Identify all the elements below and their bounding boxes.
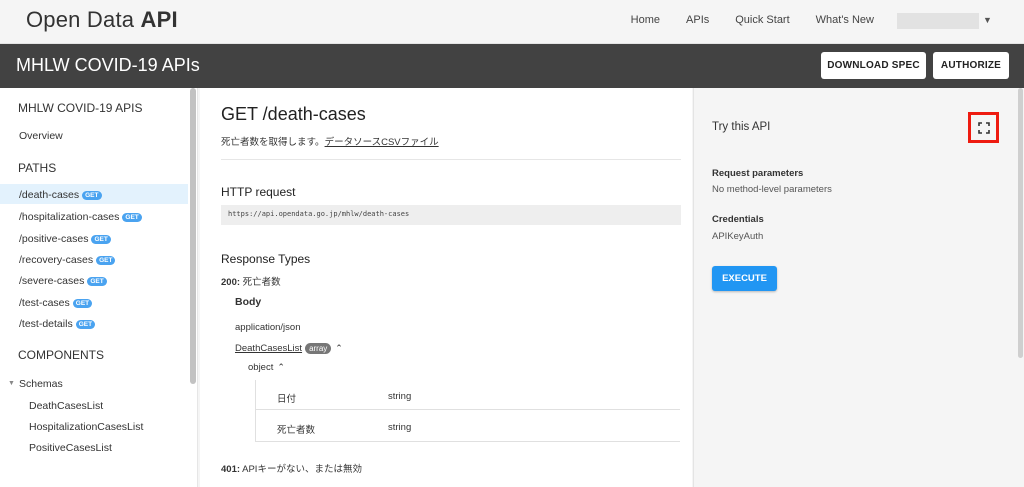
http-request-heading: HTTP request <box>221 185 296 199</box>
execute-button[interactable]: EXECUTE <box>712 266 777 291</box>
response-text: APIキーがない、または無効 <box>240 464 362 475</box>
sidebar-item-hospitalization-cases[interactable]: /hospitalization-cases GET <box>19 211 142 223</box>
sidebar-item-label: /positive-cases <box>19 233 89 245</box>
response-text: 死亡者数 <box>240 277 281 288</box>
brand-text-light: Open Data <box>26 7 141 32</box>
description-text: 死亡者数を取得します。 <box>221 137 325 148</box>
sidebar-item-label: /test-details <box>19 318 73 330</box>
sidebar-item-test-cases[interactable]: /test-cases GET <box>19 297 93 309</box>
credentials-text: APIKeyAuth <box>712 231 764 242</box>
sidebar-item-overview[interactable]: Overview <box>19 130 63 142</box>
field-type: string <box>388 422 412 433</box>
request-url: https://api.opendata.go.jp/mhlw/death-ca… <box>228 210 410 218</box>
sidebar-item-death-cases[interactable]: /death-cases GET <box>19 189 102 201</box>
table-row-divider <box>255 441 680 442</box>
table-border <box>255 380 256 442</box>
table-row-divider <box>255 409 680 410</box>
response-types-heading: Response Types <box>221 252 311 266</box>
sidebar-item-schemas[interactable]: Schemas <box>19 378 63 390</box>
get-badge: GET <box>82 191 102 200</box>
get-badge: GET <box>91 235 111 244</box>
field-name: 日付 <box>277 394 297 405</box>
content-type: application/json <box>235 322 301 333</box>
get-badge: GET <box>75 320 96 329</box>
sidebar-item-label: /test-cases <box>19 297 70 309</box>
response-401: 401: APIキーがない、または無効 <box>221 461 362 475</box>
download-spec-button[interactable]: DOWNLOAD SPEC <box>821 52 926 79</box>
sidebar-item-label: /death-cases <box>19 189 80 201</box>
get-badge: GET <box>87 277 107 286</box>
response-200: 200: 死亡者数 <box>221 274 281 288</box>
chevron-up-icon[interactable]: ⌃ <box>335 343 343 354</box>
field-name: 死亡者数 <box>277 425 316 436</box>
chevron-down-icon[interactable]: ▼ <box>8 380 15 387</box>
object-label: object <box>248 362 274 373</box>
nav-links: Home APIs Quick Start What's New <box>605 14 874 26</box>
sidebar-item-label: /hospitalization-cases <box>19 211 120 223</box>
sidebar-schema-positive-cases-list[interactable]: PositiveCasesList <box>29 442 112 454</box>
fullscreen-icon <box>977 121 990 134</box>
sidebar-schema-death-cases-list[interactable]: DeathCasesList <box>29 400 103 412</box>
try-api-panel: Try this API Request parameters No metho… <box>693 88 1024 487</box>
user-account-redacted[interactable] <box>897 13 979 29</box>
fullscreen-button[interactable] <box>968 112 999 143</box>
credentials-heading: Credentials <box>712 214 764 225</box>
response-code: 401: <box>221 464 241 475</box>
sidebar-item-positive-cases[interactable]: /positive-cases GET <box>19 233 111 245</box>
response-code: 200: <box>221 277 241 288</box>
get-badge: GET <box>72 299 93 308</box>
sidebar-components-heading: COMPONENTS <box>18 348 105 362</box>
sidebar-scrollbar[interactable] <box>190 88 196 384</box>
field-type: string <box>388 391 412 402</box>
sidebar-item-recovery-cases[interactable]: /recovery-cases GET <box>19 254 116 266</box>
sidebar-item-severe-cases[interactable]: /severe-cases GET <box>19 275 107 287</box>
sidebar-item-label: /recovery-cases <box>19 254 94 266</box>
request-url-box: https://api.opendata.go.jp/mhlw/death-ca… <box>221 205 681 225</box>
schema-row: DeathCasesList array ⌃ <box>235 343 343 354</box>
brand-logo[interactable]: Open Data API <box>26 7 178 33</box>
nav-home[interactable]: Home <box>631 14 660 26</box>
chevron-down-icon[interactable]: ▼ <box>983 15 992 25</box>
try-api-title: Try this API <box>712 121 771 133</box>
nav-quick-start[interactable]: Quick Start <box>735 14 789 26</box>
array-pill: array <box>305 343 332 354</box>
top-navbar: Open Data API Home APIs Quick Start What… <box>0 0 1024 44</box>
api-title: MHLW COVID-19 APIs <box>16 55 200 75</box>
api-titlebar: MHLW COVID-19 APIs DOWNLOAD SPEC AUTHORI… <box>0 44 1024 88</box>
authorize-button[interactable]: AUTHORIZE <box>933 52 1009 79</box>
nav-apis[interactable]: APIs <box>686 14 709 26</box>
divider <box>221 159 681 160</box>
request-parameters-text: No method-level parameters <box>712 184 832 195</box>
sidebar: MHLW COVID-19 APIS Overview PATHS /death… <box>0 88 198 487</box>
main-content: GET /death-cases 死亡者数を取得します。データソースCSVファイ… <box>200 88 692 487</box>
sidebar-api-title[interactable]: MHLW COVID-19 APIS <box>18 101 142 115</box>
endpoint-title: GET /death-cases <box>221 104 366 124</box>
page-scrollbar[interactable] <box>1018 88 1023 358</box>
body-label: Body <box>235 296 261 308</box>
sidebar-schema-hospitalization-cases-list[interactable]: HospitalizationCasesList <box>29 421 143 433</box>
endpoint-description: 死亡者数を取得します。データソースCSVファイル <box>221 134 439 148</box>
sidebar-paths-heading: PATHS <box>18 161 57 175</box>
chevron-up-icon[interactable]: ⌃ <box>277 362 285 373</box>
schema-link[interactable]: DeathCasesList <box>235 343 302 354</box>
sidebar-item-test-details[interactable]: /test-details GET <box>19 318 96 330</box>
get-badge: GET <box>122 213 142 222</box>
sidebar-item-label: /severe-cases <box>19 275 85 287</box>
body-label-text: Body <box>235 296 262 308</box>
brand-text-bold: API <box>140 7 178 32</box>
get-badge: GET <box>96 256 116 265</box>
datasource-csv-link[interactable]: データソースCSVファイル <box>325 137 439 148</box>
nav-whats-new[interactable]: What's New <box>816 14 874 26</box>
request-parameters-heading: Request parameters <box>712 168 804 179</box>
object-toggle[interactable]: object ⌃ <box>248 362 285 373</box>
